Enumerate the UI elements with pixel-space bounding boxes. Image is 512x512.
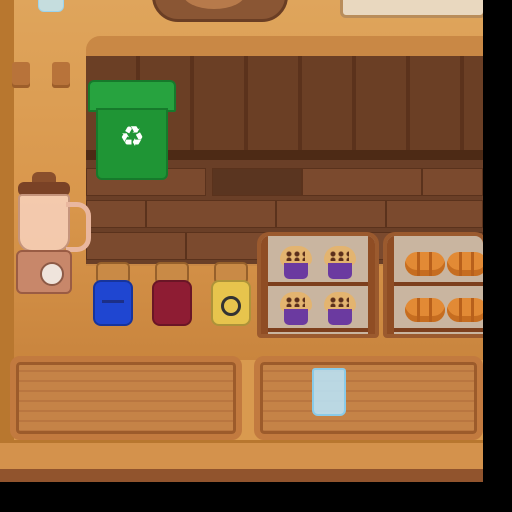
croissant-display-case[interactable] [383, 232, 483, 338]
jar-yellow[interactable] [211, 262, 251, 326]
top-tray[interactable] [340, 0, 483, 18]
water-glass[interactable] [312, 368, 346, 416]
muffin[interactable] [279, 292, 313, 326]
serving-tray-left[interactable] [10, 356, 242, 440]
muffin[interactable] [279, 246, 313, 280]
blender-dial-icon [40, 262, 64, 286]
jar-blue[interactable] [93, 262, 133, 326]
serving-tray-right[interactable] [254, 356, 483, 440]
jar-red[interactable] [152, 262, 192, 326]
counter-front-edge [0, 440, 483, 469]
recycle-icon: ♻ [96, 108, 168, 180]
wall-knob [52, 62, 70, 88]
croissant[interactable] [447, 292, 483, 328]
muffin-display-case[interactable] [257, 232, 379, 338]
kitchen-scene: ♻ [0, 0, 483, 482]
croissant[interactable] [405, 292, 445, 328]
muffin[interactable] [323, 292, 357, 326]
croissant[interactable] [447, 246, 483, 282]
circle-icon [221, 296, 241, 316]
top-glass[interactable] [38, 0, 64, 12]
top-plate[interactable] [152, 0, 288, 22]
wall-knob [12, 62, 30, 88]
croissant[interactable] [405, 246, 445, 282]
muffin[interactable] [323, 246, 357, 280]
blender[interactable] [6, 172, 91, 298]
recycle-bin[interactable]: ♻ [88, 80, 176, 180]
